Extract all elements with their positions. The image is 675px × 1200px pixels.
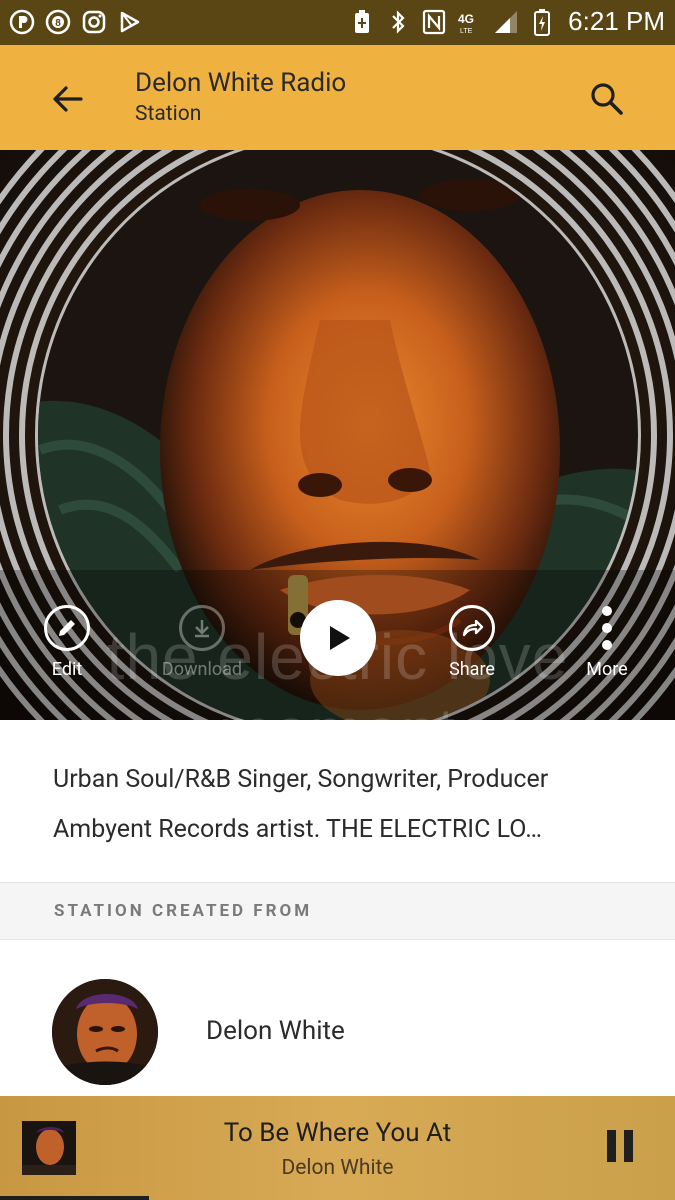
search-button[interactable] bbox=[583, 75, 631, 123]
description-line-1: Urban Soul/R&B Singer, Songwriter, Produ… bbox=[53, 765, 549, 794]
battery-charging-icon bbox=[528, 8, 556, 36]
4g-lte-icon: 4G LTE bbox=[456, 8, 484, 36]
station-description[interactable]: Urban Soul/R&B Singer, Songwriter, Produ… bbox=[53, 755, 633, 855]
signal-icon bbox=[492, 8, 520, 36]
artist-name: Delon White bbox=[206, 1016, 345, 1046]
svg-text:LTE: LTE bbox=[460, 28, 473, 35]
play-store-icon bbox=[116, 8, 144, 36]
play-icon bbox=[330, 626, 350, 650]
page-title: Delon White Radio bbox=[135, 68, 347, 98]
description-line-2: Ambyent Records artist. THE ELECTRIC LO… bbox=[53, 815, 542, 844]
badge-8-icon: 8 bbox=[44, 8, 72, 36]
share-circle bbox=[449, 605, 495, 651]
status-bar: 8 4G LTE 6:21 PM bbox=[0, 0, 675, 45]
pandora-icon bbox=[8, 8, 36, 36]
more-vertical-icon bbox=[602, 606, 612, 650]
back-button[interactable] bbox=[44, 75, 92, 123]
bluetooth-icon bbox=[384, 8, 412, 36]
battery-saver-icon bbox=[348, 8, 376, 36]
edit-button[interactable]: Edit bbox=[22, 605, 112, 680]
more-circle bbox=[584, 605, 630, 651]
download-icon bbox=[195, 620, 209, 638]
nfc-icon bbox=[420, 8, 448, 36]
pause-button[interactable] bbox=[603, 1130, 637, 1164]
arrow-left-icon bbox=[53, 86, 83, 112]
share-button[interactable]: Share bbox=[427, 605, 517, 680]
status-time: 6:21 PM bbox=[568, 6, 665, 36]
instagram-icon bbox=[80, 8, 108, 36]
page-subtitle: Station bbox=[135, 102, 202, 126]
share-label: Share bbox=[449, 659, 495, 680]
more-label: More bbox=[586, 659, 628, 680]
play-button[interactable] bbox=[300, 600, 376, 676]
artist-avatar-image bbox=[52, 979, 158, 1085]
download-circle bbox=[179, 605, 225, 651]
pencil-icon bbox=[59, 620, 75, 636]
avatar bbox=[52, 979, 158, 1085]
edit-circle bbox=[44, 605, 90, 651]
app-bar: Delon White Radio Station bbox=[0, 45, 675, 150]
download-button[interactable]: Download bbox=[157, 605, 247, 680]
status-right-icons: 4G LTE 6:21 PM bbox=[348, 6, 665, 37]
section-header: STATION CREATED FROM bbox=[0, 882, 675, 940]
station-artwork: the electric love moment Edit Download S… bbox=[0, 150, 675, 720]
pause-icon-bar-right bbox=[624, 1130, 633, 1162]
status-left-icons: 8 bbox=[8, 8, 144, 36]
section-header-label: STATION CREATED FROM bbox=[54, 901, 313, 921]
title-block: Delon White Radio Station bbox=[135, 67, 346, 129]
artist-row[interactable]: Delon White bbox=[0, 941, 675, 1096]
edit-label: Edit bbox=[51, 659, 83, 680]
mini-player[interactable]: To Be Where You At Delon White bbox=[0, 1096, 675, 1200]
svg-text:4G: 4G bbox=[458, 12, 474, 26]
search-icon bbox=[591, 83, 623, 115]
pause-icon-bar-left bbox=[607, 1130, 616, 1162]
playback-progress-bar bbox=[0, 1196, 149, 1200]
share-arrow-icon bbox=[462, 619, 484, 637]
download-label: Download bbox=[161, 659, 243, 680]
more-button[interactable]: More bbox=[562, 605, 652, 680]
svg-text:8: 8 bbox=[55, 18, 61, 29]
now-playing-title: To Be Where You At bbox=[223, 1118, 452, 1148]
now-playing-artist: Delon White bbox=[281, 1156, 394, 1180]
